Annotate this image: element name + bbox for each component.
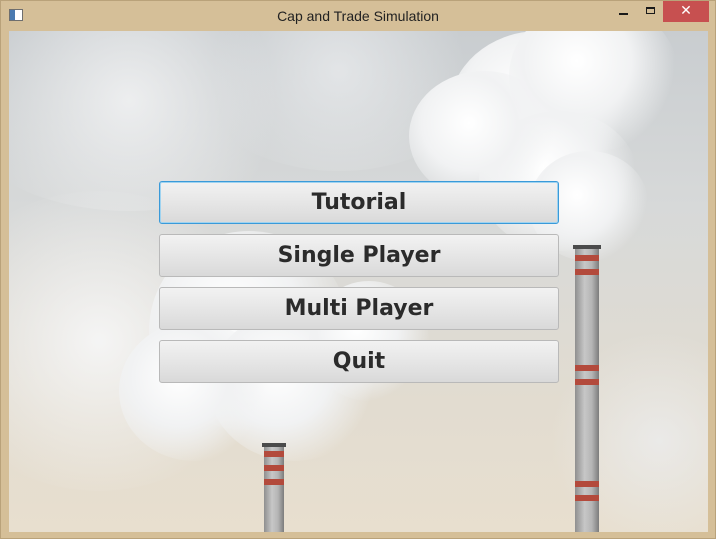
maximize-button[interactable] xyxy=(637,1,663,22)
app-window: Cap and Trade Simulation ✕ Tutorial Sing… xyxy=(0,0,716,539)
minimize-button[interactable] xyxy=(610,1,636,22)
main-menu: Tutorial Single Player Multi Player Quit xyxy=(159,181,559,393)
close-button[interactable]: ✕ xyxy=(663,1,709,22)
title-bar[interactable]: Cap and Trade Simulation ✕ xyxy=(1,1,715,31)
quit-button[interactable]: Quit xyxy=(159,340,559,383)
tutorial-button[interactable]: Tutorial xyxy=(159,181,559,224)
main-menu-scene: Tutorial Single Player Multi Player Quit xyxy=(9,31,708,532)
single-player-button[interactable]: Single Player xyxy=(159,234,559,277)
window-title: Cap and Trade Simulation xyxy=(277,8,439,24)
multi-player-button[interactable]: Multi Player xyxy=(159,287,559,330)
close-icon: ✕ xyxy=(680,3,692,19)
